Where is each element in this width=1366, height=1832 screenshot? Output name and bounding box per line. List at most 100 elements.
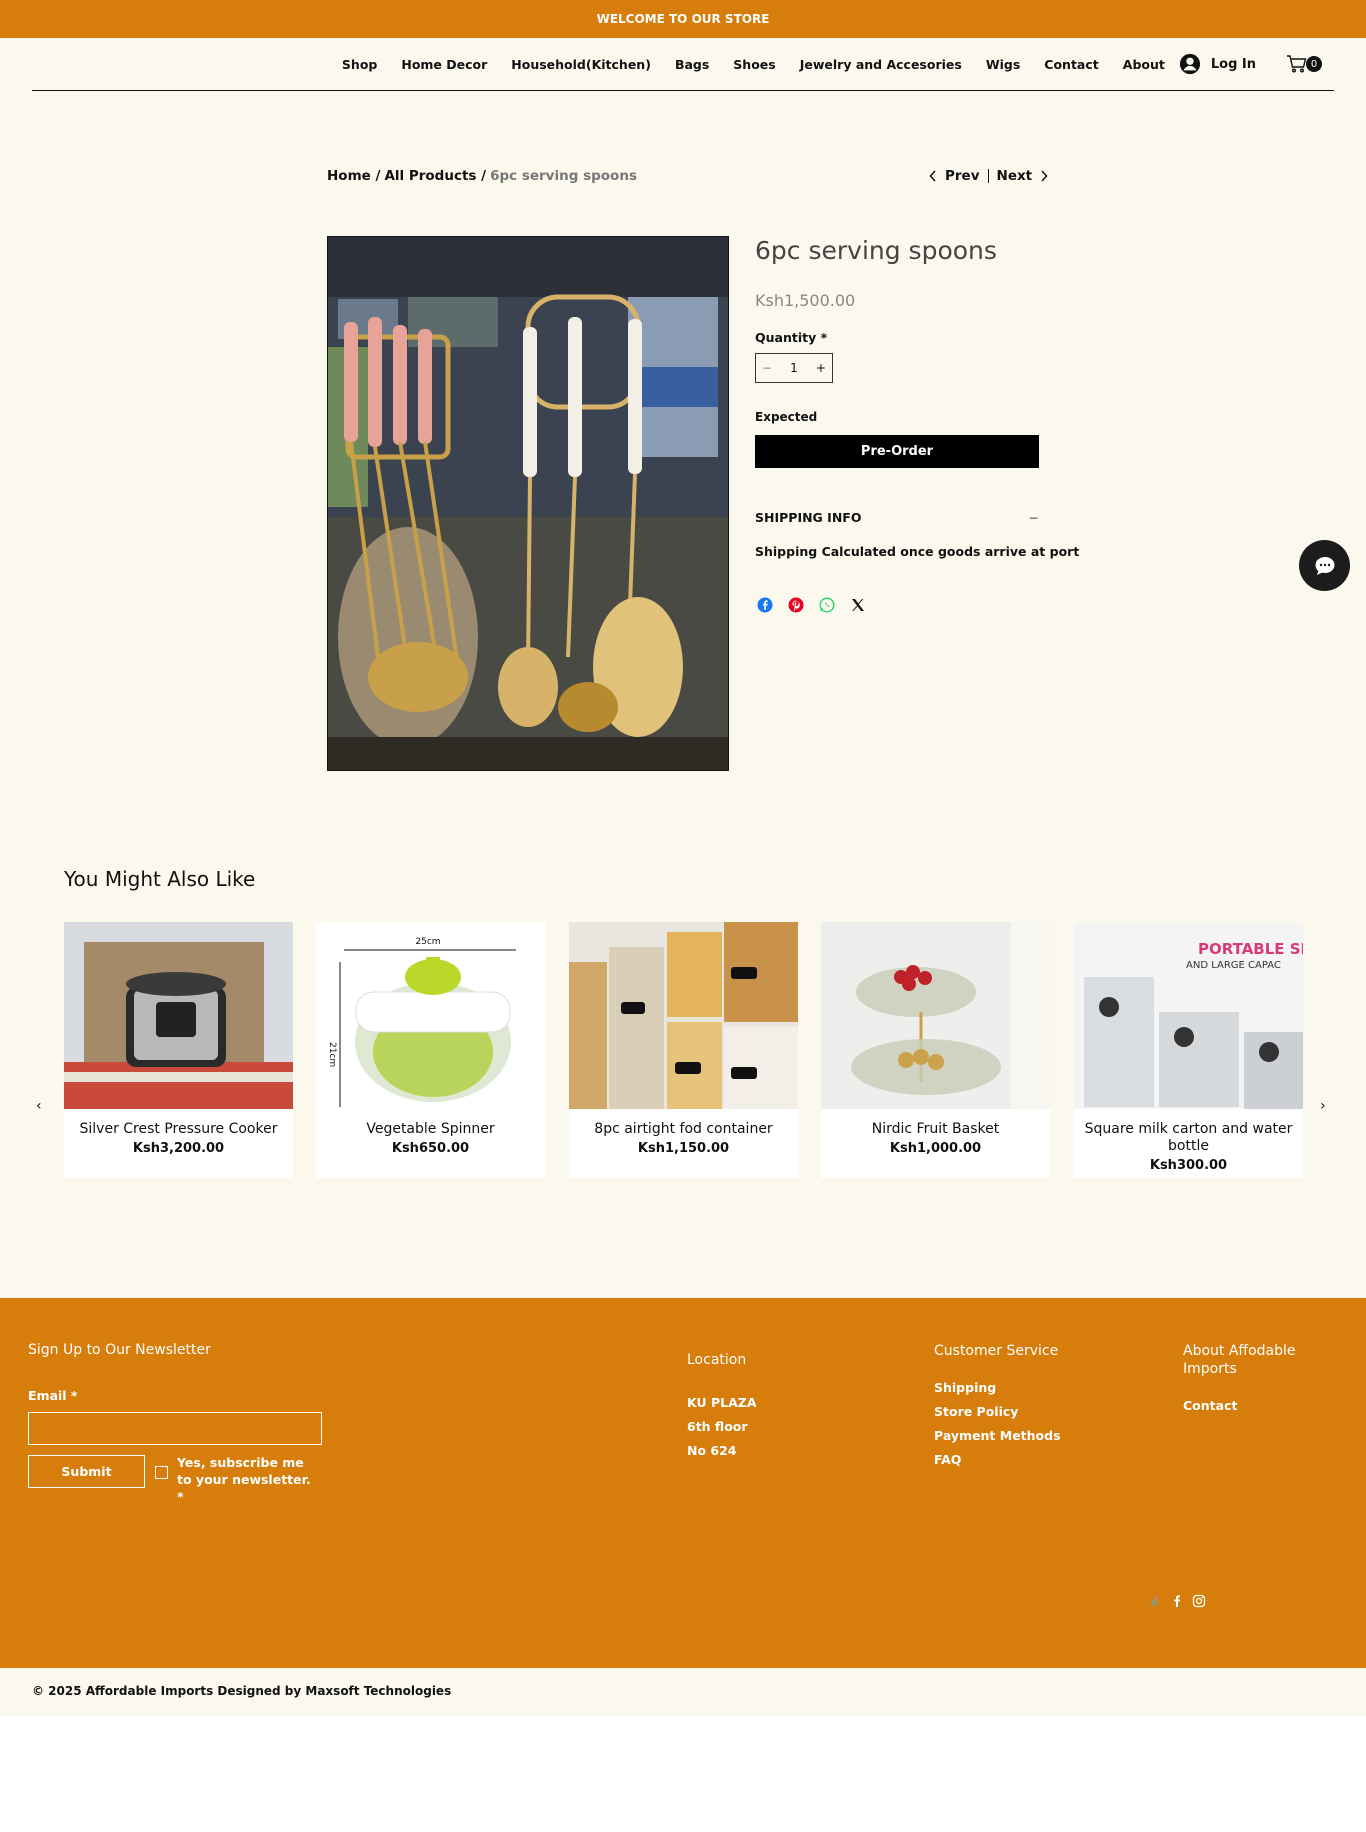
newsletter-email-field[interactable]	[28, 1412, 322, 1445]
product-card-name[interactable]: 8pc airtight fod container	[569, 1121, 798, 1138]
product-card[interactable]: PORTABLE SI AND LARGE CAPAC Square milk …	[1074, 922, 1303, 1178]
breadcrumb-all-products[interactable]: All Products /	[384, 168, 486, 184]
subscribe-label: Yes, subscribe me to your newsletter. *	[177, 1455, 311, 1504]
avatar-icon	[1179, 53, 1200, 75]
breadcrumb-home[interactable]: Home /	[327, 168, 380, 184]
shipping-info-text: Shipping Calculated once goods arrive at…	[755, 544, 1080, 559]
product-pager: Prev Next	[929, 168, 1048, 184]
customer-service-heading: Customer Service	[934, 1343, 1059, 1359]
footer-about: About Affodable Imports Contact	[1183, 1342, 1313, 1422]
height-dimension-label: 21cm	[327, 1042, 337, 1067]
quantity-label: Quantity *	[755, 330, 828, 345]
pressure-cooker-photo	[64, 922, 293, 1109]
carton-headline: PORTABLE SI	[1198, 940, 1303, 958]
chevron-left-icon[interactable]	[929, 170, 937, 182]
location-line: No 624	[687, 1443, 737, 1458]
collapse-icon[interactable]: −	[1029, 510, 1039, 525]
product-card-price: Ksh3,200.00	[132, 1141, 225, 1156]
newsletter-submit-button[interactable]: Submit	[28, 1455, 145, 1488]
login-label: Log In	[1210, 56, 1256, 72]
breadcrumb-current: 6pc serving spoons	[490, 168, 637, 184]
pinterest-icon[interactable]	[788, 597, 804, 613]
serving-spoons-photo	[328, 237, 728, 770]
cart-count-badge: 0	[1306, 56, 1322, 72]
tiktok-icon[interactable]	[1148, 1594, 1162, 1608]
product-card[interactable]: 8pc airtight fod container Ksh1,150.00	[569, 922, 798, 1178]
quantity-increase-button[interactable]: +	[816, 361, 826, 375]
nav-item-bags[interactable]: Bags	[675, 57, 709, 72]
nav-menu: Shop Home Decor Household(Kitchen) Bags …	[342, 53, 1256, 75]
facebook-icon[interactable]	[757, 597, 773, 613]
shipping-info-heading: SHIPPING INFO	[755, 510, 862, 525]
copyright-text: © 2025 Affordable Imports Designed by Ma…	[32, 1684, 452, 1698]
quantity-value[interactable]: 1	[790, 361, 798, 375]
shipping-info-toggle[interactable]: SHIPPING INFO −	[755, 510, 1039, 525]
cart-icon	[1287, 55, 1307, 73]
product-card[interactable]: Nirdic Fruit Basket Ksh1,000.00	[821, 922, 1050, 1178]
product-card-name[interactable]: Nirdic Fruit Basket	[821, 1121, 1050, 1138]
product-card-price: Ksh1,150.00	[637, 1141, 730, 1156]
login-button[interactable]: Log In	[1179, 53, 1256, 75]
chat-widget-button[interactable]	[1299, 540, 1350, 591]
carousel-next-arrow[interactable]: ›	[1320, 1098, 1326, 1114]
product-thumbnail[interactable]	[821, 922, 1050, 1109]
prev-link[interactable]: Prev	[945, 168, 980, 184]
product-card-name[interactable]: Vegetable Spinner	[316, 1121, 545, 1138]
subscribe-checkbox[interactable]	[155, 1466, 168, 1479]
x-twitter-icon[interactable]	[850, 597, 866, 613]
food-containers-photo	[569, 922, 798, 1109]
chevron-right-icon[interactable]	[1040, 170, 1048, 182]
product-title: 6pc serving spoons	[755, 236, 997, 265]
product-card-price: Ksh650.00	[391, 1141, 470, 1156]
footer-social-links	[1148, 1594, 1206, 1608]
cart-button[interactable]: 0	[1286, 55, 1322, 73]
next-link[interactable]: Next	[997, 168, 1033, 184]
about-heading: About Affodable Imports	[1183, 1343, 1296, 1377]
product-thumbnail[interactable]: PORTABLE SI AND LARGE CAPAC	[1074, 922, 1303, 1109]
facebook-icon[interactable]	[1170, 1594, 1184, 1608]
product-thumbnail[interactable]: 25cm 21cm	[316, 922, 545, 1109]
instagram-icon[interactable]	[1192, 1594, 1206, 1608]
carton-subheadline: AND LARGE CAPAC	[1186, 960, 1281, 971]
nav-item-shoes[interactable]: Shoes	[733, 57, 775, 72]
welcome-banner: WELCOME TO OUR STORE	[0, 0, 1366, 38]
footer-link-faq[interactable]: FAQ	[934, 1452, 1061, 1467]
site-footer: Sign Up to Our Newsletter Email * Submit…	[0, 1298, 1366, 1668]
product-card-price: Ksh1,000.00	[889, 1141, 982, 1156]
footer-link-payment-methods[interactable]: Payment Methods	[934, 1428, 1061, 1443]
product-image[interactable]	[327, 236, 729, 771]
product-thumbnail[interactable]	[569, 922, 798, 1109]
footer-link-contact[interactable]: Contact	[1183, 1398, 1313, 1413]
whatsapp-icon[interactable]	[819, 597, 835, 613]
page-bottom-area	[0, 1716, 1366, 1832]
product-card-name[interactable]: Silver Crest Pressure Cooker	[64, 1121, 293, 1138]
nav-item-wigs[interactable]: Wigs	[986, 57, 1020, 72]
width-dimension-label: 25cm	[415, 937, 440, 947]
product-card[interactable]: 25cm 21cm Vegetable Spinner Ksh650.00	[316, 922, 545, 1178]
nav-item-contact[interactable]: Contact	[1044, 57, 1098, 72]
newsletter-heading: Sign Up to Our Newsletter	[28, 1342, 211, 1358]
location-heading: Location	[687, 1352, 747, 1368]
product-card[interactable]: Silver Crest Pressure Cooker Ksh3,200.00	[64, 922, 293, 1178]
quantity-decrease-button[interactable]: −	[762, 361, 772, 375]
location-line: 6th floor	[687, 1419, 748, 1434]
footer-link-store-policy[interactable]: Store Policy	[934, 1404, 1061, 1419]
footer-customer-service: Customer Service Shipping Store Policy P…	[934, 1342, 1061, 1476]
nav-item-about[interactable]: About	[1123, 57, 1165, 72]
expected-label: Expected	[755, 410, 818, 424]
product-card-price: Ksh300.00	[1149, 1158, 1228, 1173]
quantity-stepper[interactable]: − 1 +	[755, 353, 833, 383]
nav-item-jewelry[interactable]: Jewelry and Accesories	[800, 57, 962, 72]
welcome-text: WELCOME TO OUR STORE	[596, 12, 770, 26]
product-card-name[interactable]: Square milk carton and water bottle	[1074, 1121, 1303, 1155]
share-buttons	[757, 597, 866, 613]
preorder-button[interactable]: Pre-Order	[755, 435, 1039, 468]
product-thumbnail[interactable]	[64, 922, 293, 1109]
carousel-prev-arrow[interactable]: ‹	[36, 1098, 42, 1114]
related-products-heading: You Might Also Like	[64, 867, 256, 891]
nav-item-shop[interactable]: Shop	[342, 57, 377, 72]
nav-item-home-decor[interactable]: Home Decor	[401, 57, 487, 72]
footer-link-shipping[interactable]: Shipping	[934, 1380, 1061, 1395]
chat-bubble-icon	[1315, 556, 1334, 575]
nav-item-household[interactable]: Household(Kitchen)	[511, 57, 651, 72]
